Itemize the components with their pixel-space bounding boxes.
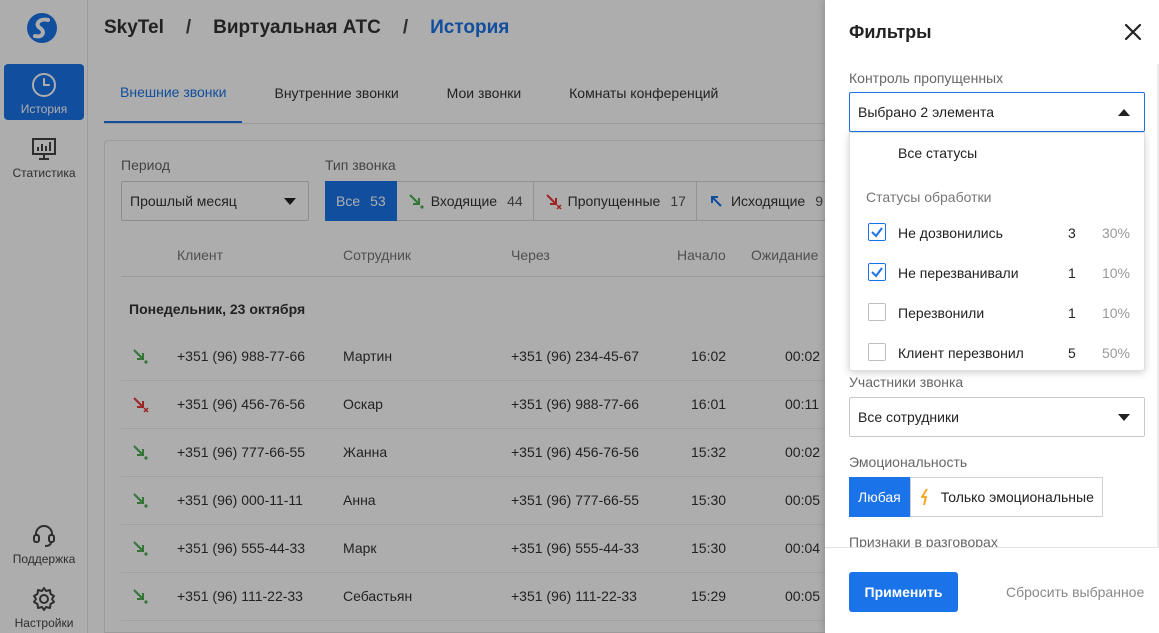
dropdown-option-status[interactable]: Клиент перезвонил 5 50% xyxy=(850,333,1146,373)
participants-select[interactable]: Все сотрудники xyxy=(849,397,1145,437)
dropdown-group-heading: Статусы обработки xyxy=(866,189,992,205)
chevron-up-icon xyxy=(1118,109,1130,116)
option-percent: 10% xyxy=(1101,265,1130,281)
apply-button[interactable]: Применить xyxy=(849,572,958,612)
emotion-only-button[interactable]: Только эмоциональные xyxy=(909,477,1103,517)
participants-label: Участники звонка xyxy=(849,374,964,390)
option-count: 1 xyxy=(1068,265,1076,281)
emotion-label: Эмоциональность xyxy=(849,454,968,470)
option-label: Клиент перезвонил xyxy=(898,345,1024,361)
option-count: 1 xyxy=(1068,305,1076,321)
missed-control-label: Контроль пропущенных xyxy=(849,70,1004,86)
dropdown-option-all-statuses[interactable]: Все статусы xyxy=(898,145,977,161)
option-count: 3 xyxy=(1068,225,1076,241)
option-count: 5 xyxy=(1068,345,1076,361)
panel-title: Фильтры xyxy=(849,22,932,42)
option-percent: 50% xyxy=(1101,345,1130,361)
chevron-down-icon xyxy=(1118,414,1130,421)
checkbox-unchecked[interactable] xyxy=(868,343,886,361)
checkbox-unchecked[interactable] xyxy=(868,303,886,321)
missed-control-value: Выбрано 2 элемента xyxy=(858,104,995,120)
option-label: Не дозвонились xyxy=(898,225,1003,241)
emotion-toggle-group: Любая Только эмоциональные xyxy=(849,477,1103,517)
modal-backdrop[interactable] xyxy=(0,0,825,633)
emotion-any-button[interactable]: Любая xyxy=(849,477,910,517)
dropdown-option-status[interactable]: Перезвонили 1 10% xyxy=(850,293,1146,333)
checkmark-icon xyxy=(871,267,883,278)
signs-label: Признаки в разговорах xyxy=(849,534,998,548)
option-percent: 10% xyxy=(1101,305,1130,321)
participants-value: Все сотрудники xyxy=(858,409,959,425)
missed-status-dropdown: Все статусы Статусы обработки Не дозвони… xyxy=(849,132,1145,371)
close-icon[interactable] xyxy=(1123,22,1143,42)
lightning-icon xyxy=(920,488,928,506)
option-label: Перезвонили xyxy=(898,305,985,321)
checkmark-icon xyxy=(871,227,883,238)
reset-selection-link[interactable]: Сбросить выбранное xyxy=(1006,584,1144,600)
checkbox-checked[interactable] xyxy=(868,223,886,241)
dropdown-option-status[interactable]: Не дозвонились 3 30% xyxy=(850,213,1146,253)
checkbox-checked[interactable] xyxy=(868,263,886,281)
dropdown-option-status[interactable]: Не перезванивали 1 10% xyxy=(850,253,1146,293)
option-label: Не перезванивали xyxy=(898,265,1019,281)
emotion-only-label: Только эмоциональные xyxy=(940,489,1094,505)
missed-control-select[interactable]: Выбрано 2 элемента xyxy=(849,92,1145,132)
option-percent: 30% xyxy=(1101,225,1130,241)
